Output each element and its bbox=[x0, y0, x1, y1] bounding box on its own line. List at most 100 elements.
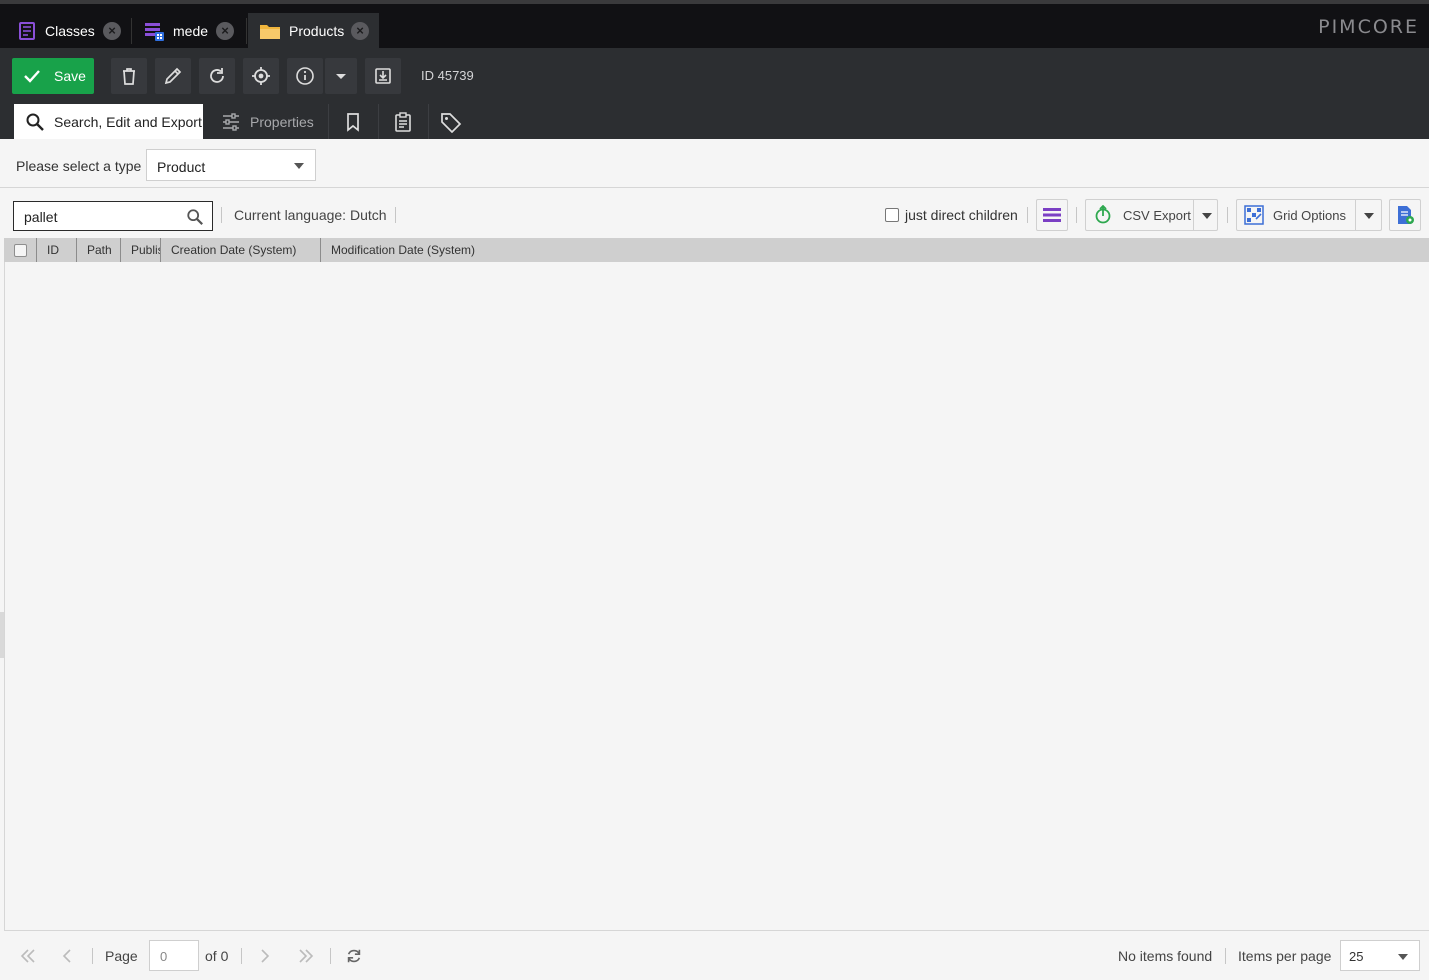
rename-button[interactable] bbox=[155, 58, 191, 94]
list-icon bbox=[1043, 208, 1061, 222]
chevron-down-icon[interactable] bbox=[1202, 213, 1212, 219]
items-per-page-value: 25 bbox=[1349, 949, 1364, 964]
just-direct-children-label: just direct children bbox=[905, 207, 1018, 223]
document-settings-icon bbox=[1398, 206, 1414, 224]
column-header-published[interactable]: Publis bbox=[121, 238, 161, 262]
csv-export-label: CSV Export bbox=[1123, 207, 1191, 223]
previous-page-icon[interactable] bbox=[62, 949, 72, 963]
search-panel: Please select a type Product pallet Curr… bbox=[0, 139, 1429, 980]
folder-icon bbox=[259, 21, 281, 41]
select-all-checkbox[interactable] bbox=[14, 244, 27, 257]
pencil-icon bbox=[164, 67, 182, 85]
tab-properties[interactable]: Properties bbox=[212, 104, 328, 139]
toolbar-divider bbox=[221, 207, 222, 223]
grid-body bbox=[4, 262, 1429, 931]
pager-divider bbox=[1225, 948, 1226, 964]
items-per-page-select[interactable]: 25 bbox=[1340, 940, 1420, 971]
trash-icon bbox=[123, 68, 135, 85]
tab-label: Classes bbox=[45, 22, 95, 39]
grid-options-button[interactable]: Grid Options bbox=[1236, 199, 1382, 231]
save-label: Save bbox=[54, 68, 86, 84]
tab-notes[interactable] bbox=[379, 104, 427, 139]
page-count: of 0 bbox=[205, 948, 229, 964]
search-input[interactable]: pallet bbox=[13, 201, 213, 231]
page-number-value: 0 bbox=[160, 949, 168, 964]
column-header-modification-date[interactable]: Modification Date (System) bbox=[321, 238, 491, 262]
type-selector-bar: Please select a type Product bbox=[0, 139, 1429, 188]
type-select[interactable]: Product bbox=[146, 149, 316, 181]
tab-mede[interactable]: mede × bbox=[140, 13, 244, 48]
grid-header: ID Path Publis Creation Date (System) Mo… bbox=[4, 238, 1429, 262]
type-label: Please select a type bbox=[16, 158, 142, 174]
first-page-icon[interactable] bbox=[20, 949, 36, 963]
classes-icon bbox=[17, 21, 37, 41]
column-header-path[interactable]: Path bbox=[77, 238, 121, 262]
column-header-creation-date[interactable]: Creation Date (System) bbox=[161, 238, 321, 262]
chevron-down-icon bbox=[336, 74, 346, 79]
tab-dependencies[interactable] bbox=[329, 104, 377, 139]
checkmark-icon bbox=[24, 70, 40, 83]
save-config-button[interactable] bbox=[1389, 199, 1421, 231]
toolbar-divider bbox=[1027, 207, 1028, 223]
last-page-icon[interactable] bbox=[298, 949, 314, 963]
csv-export-button[interactable]: CSV Export bbox=[1085, 199, 1218, 231]
select-all-column bbox=[4, 238, 37, 262]
toolbar-divider bbox=[395, 207, 396, 223]
tab-products[interactable]: Products × bbox=[248, 13, 379, 48]
tab-divider bbox=[131, 18, 132, 44]
more-dropdown-button[interactable] bbox=[325, 58, 357, 94]
tab-classes[interactable]: Classes × bbox=[14, 13, 131, 48]
clipboard-icon bbox=[395, 111, 411, 132]
refresh-icon[interactable] bbox=[345, 947, 363, 965]
grid-options-label: Grid Options bbox=[1273, 207, 1346, 223]
next-page-icon[interactable] bbox=[260, 949, 270, 963]
target-icon bbox=[252, 67, 270, 85]
reload-button[interactable] bbox=[199, 58, 235, 94]
bookmark-icon bbox=[347, 112, 359, 132]
current-language: Current language: Dutch bbox=[234, 207, 387, 223]
search-icon bbox=[26, 113, 44, 131]
split-divider bbox=[1355, 200, 1356, 230]
items-per-page-label: Items per page bbox=[1238, 948, 1332, 964]
tab-tags[interactable] bbox=[429, 104, 473, 139]
delete-button[interactable] bbox=[111, 58, 147, 94]
tag-icon bbox=[441, 112, 462, 133]
search-input-value: pallet bbox=[24, 209, 58, 225]
import-icon bbox=[375, 68, 391, 84]
page-number-input[interactable]: 0 bbox=[149, 940, 199, 971]
just-direct-children-checkbox[interactable] bbox=[885, 208, 899, 222]
subtab-label: Properties bbox=[250, 113, 314, 130]
close-icon[interactable]: × bbox=[351, 22, 369, 40]
batch-edit-button[interactable] bbox=[1036, 199, 1068, 231]
close-icon[interactable]: × bbox=[216, 22, 234, 40]
split-divider bbox=[1193, 200, 1194, 230]
search-icon[interactable] bbox=[186, 208, 204, 226]
chevron-down-icon bbox=[294, 163, 304, 169]
tab-divider bbox=[246, 18, 247, 44]
info-button[interactable] bbox=[287, 58, 323, 94]
info-icon bbox=[296, 67, 314, 85]
toolbar-divider bbox=[1076, 207, 1077, 223]
subtab-label: Search, Edit and Export bbox=[54, 113, 202, 130]
toolbar-divider bbox=[1227, 207, 1228, 223]
editor-tab-bar: Classes × mede × Products × PIMCORE bbox=[0, 4, 1429, 48]
object-toolbar: Save ID 45739 bbox=[0, 48, 1429, 104]
grid-toolbar: pallet Current language: Dutch just dire… bbox=[4, 189, 1429, 238]
object-id: ID 45739 bbox=[421, 68, 474, 83]
import-button[interactable] bbox=[365, 58, 401, 94]
tab-label: Products bbox=[289, 22, 345, 39]
tab-search-edit-export[interactable]: Search, Edit and Export bbox=[14, 104, 203, 139]
grid-list-icon bbox=[143, 20, 165, 42]
object-subtabs: Search, Edit and Export Properties bbox=[0, 104, 1429, 139]
pager-divider bbox=[241, 948, 242, 964]
pager-status: No items found bbox=[1118, 948, 1213, 964]
type-select-value: Product bbox=[157, 159, 206, 175]
close-icon[interactable]: × bbox=[103, 22, 121, 40]
save-button[interactable]: Save bbox=[12, 58, 94, 94]
column-header-id[interactable]: ID bbox=[37, 238, 77, 262]
chevron-down-icon[interactable] bbox=[1364, 213, 1374, 219]
show-in-tree-button[interactable] bbox=[243, 58, 279, 94]
panel-resize-handle[interactable] bbox=[0, 612, 4, 658]
grid-options-icon bbox=[1244, 205, 1264, 225]
tab-label: mede bbox=[173, 22, 209, 39]
